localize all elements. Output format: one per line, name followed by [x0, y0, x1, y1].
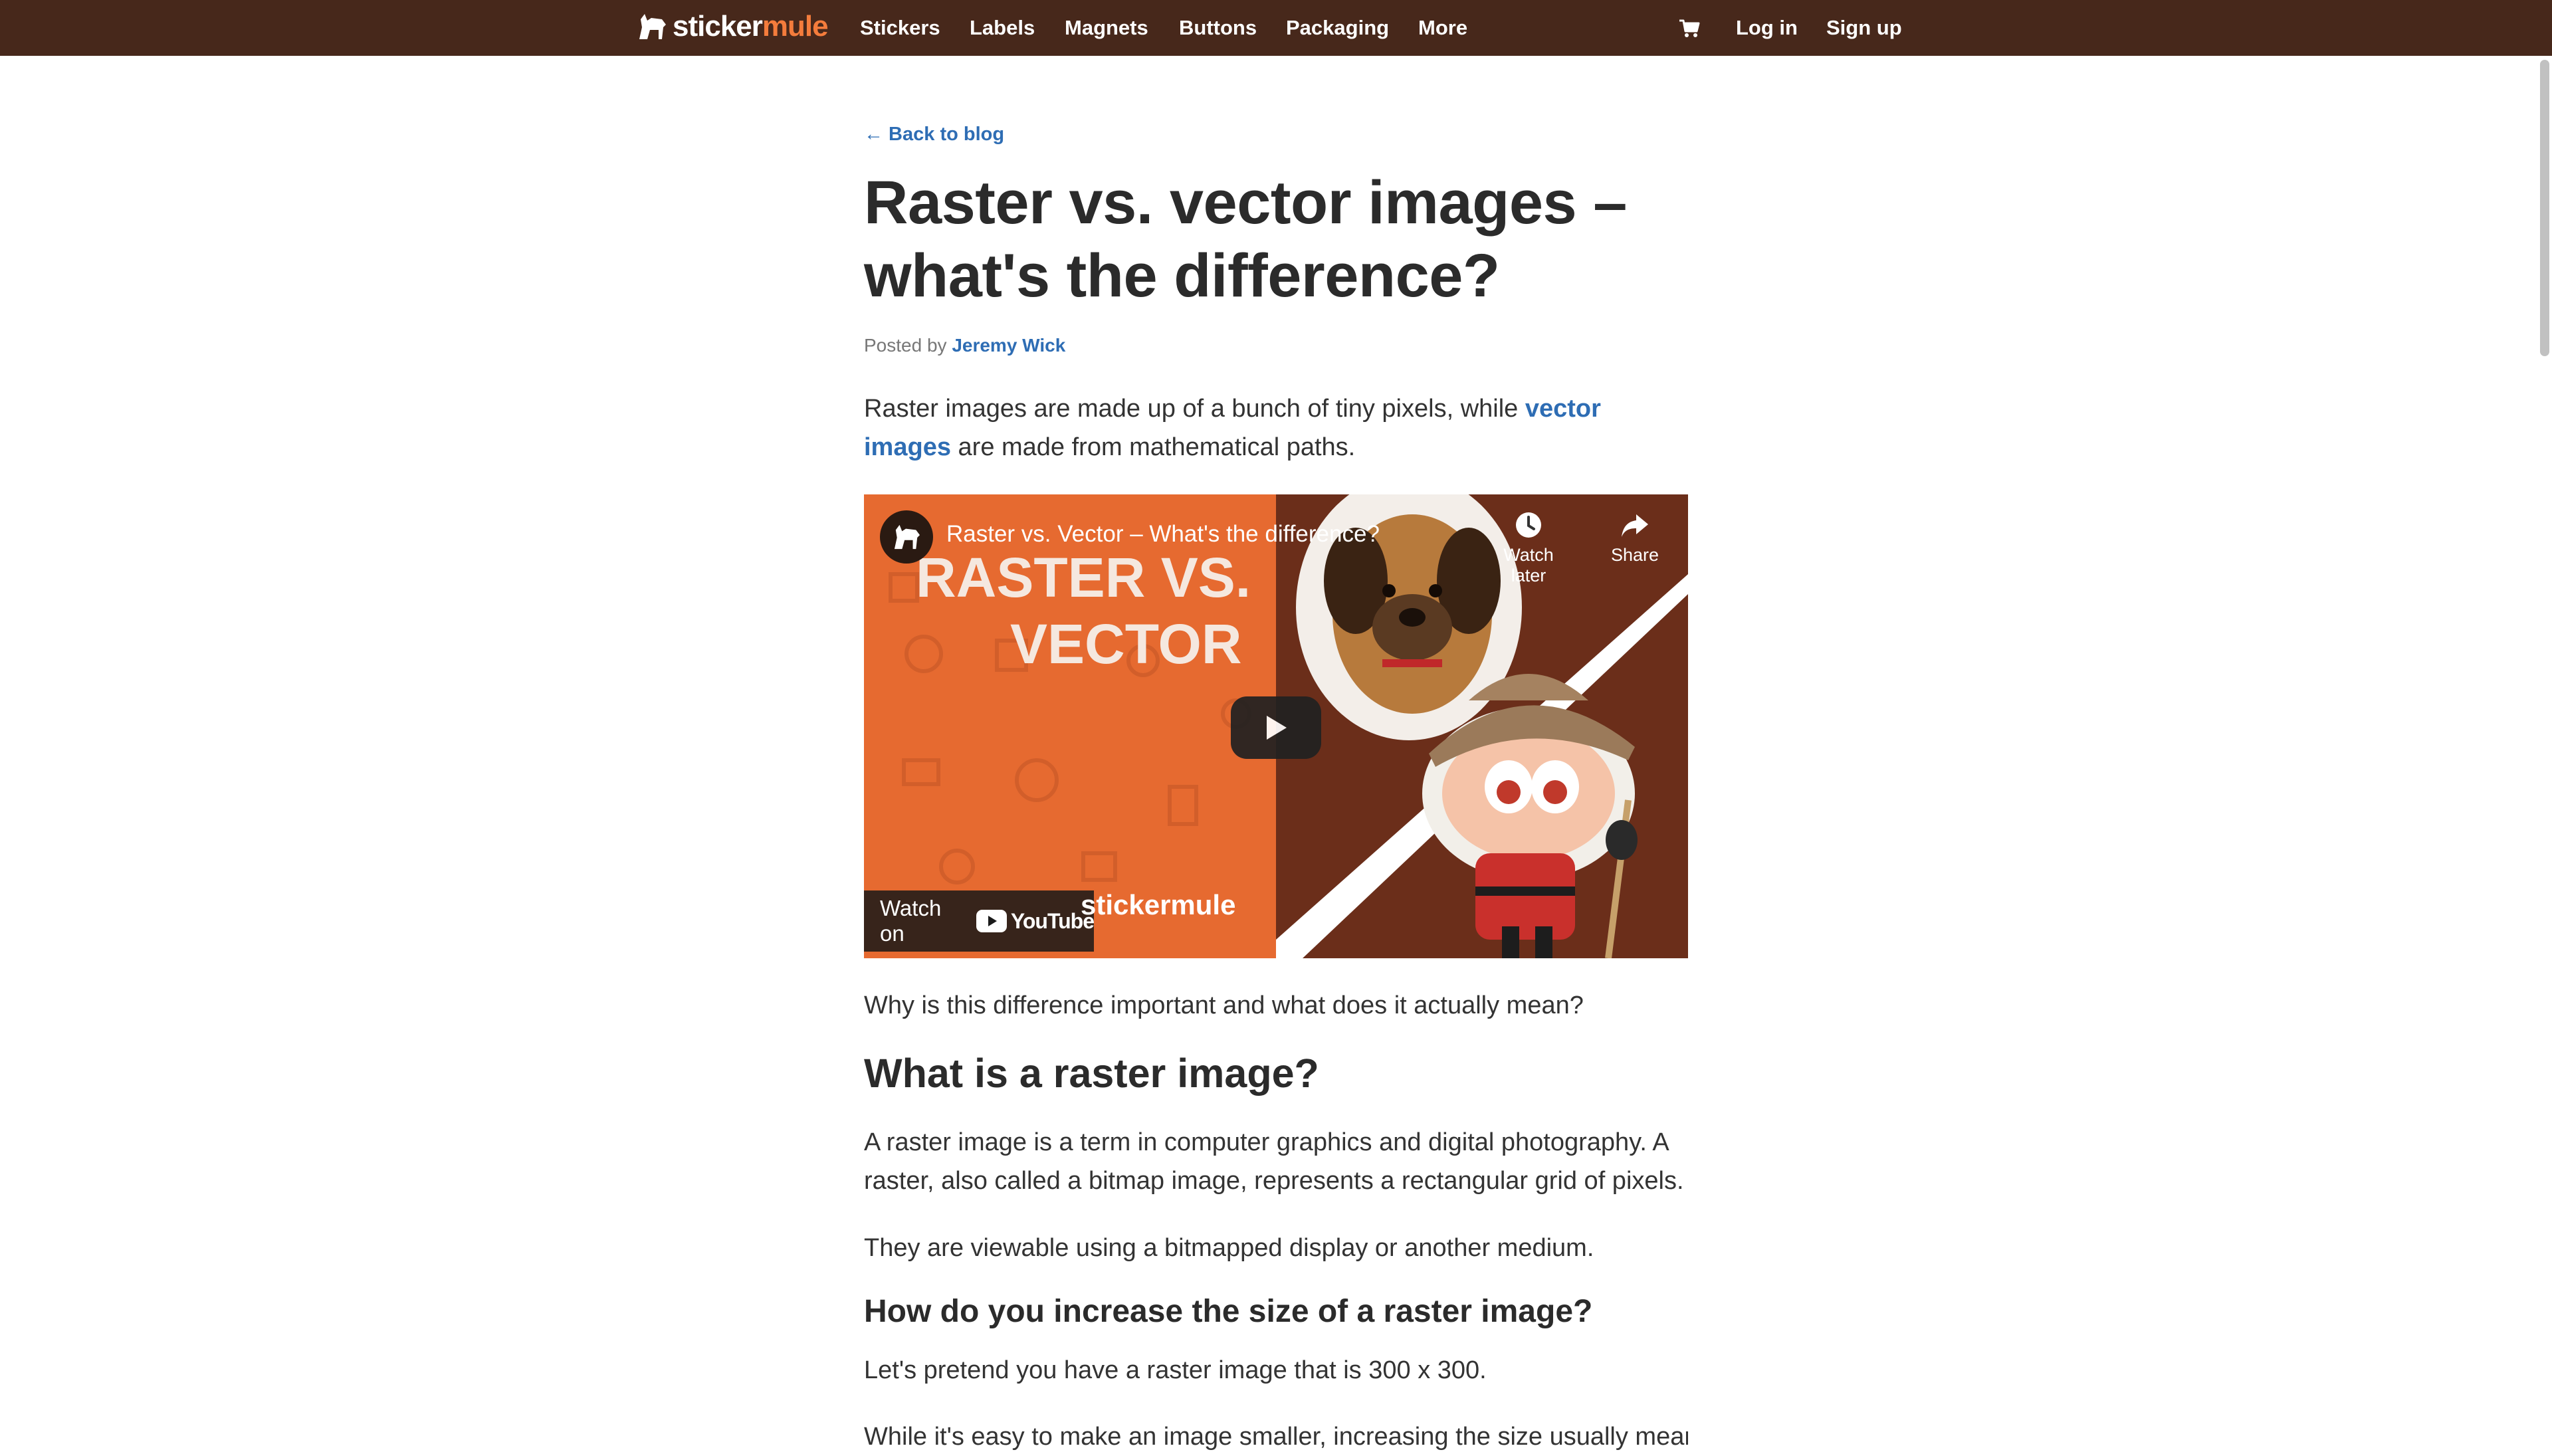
heading-what-is-raster: What is a raster image? [864, 1051, 1319, 1096]
nav-item-buttons[interactable]: Buttons [1179, 16, 1257, 40]
article-title: Raster vs. vector images – what's the di… [864, 169, 1627, 310]
youtube-video-embed[interactable]: RASTER VS. VECTOR Raster vs. Vector – Wh… [864, 494, 1688, 958]
pretend-paragraph: Let's pretend you have a raster image th… [864, 1356, 1487, 1384]
nav-item-stickers[interactable]: Stickers [860, 16, 940, 40]
intro-text-start: Raster images are made up of a bunch of … [864, 395, 1525, 423]
youtube-logo: YouTube [976, 909, 1095, 934]
mule-channel-icon [894, 524, 920, 550]
cutoff-paragraph: While it's easy to make an image smaller… [864, 1423, 1688, 1451]
play-icon [1267, 716, 1287, 740]
thumbnail-brand-text: stickermule [1081, 889, 1236, 920]
intro-paragraph: Raster images are made up of a bunch of … [864, 389, 1688, 467]
author-link[interactable]: Jeremy Wick [952, 335, 1065, 356]
youtube-play-icon [976, 910, 1007, 932]
video-title[interactable]: Raster vs. Vector – What's the differenc… [946, 521, 1380, 548]
heading-increase-size: How do you increase the size of a raster… [864, 1294, 1593, 1329]
nav-item-magnets[interactable]: Magnets [1065, 16, 1148, 40]
intro-text-end: are made from mathematical paths. [950, 433, 1356, 461]
viewable-paragraph: They are viewable using a bitmapped disp… [864, 1234, 1594, 1262]
share-label: Share [1610, 545, 1659, 565]
logo-wordmark: stickermule [673, 10, 829, 43]
watch-on-label: Watch on [880, 896, 942, 946]
share-button[interactable]: Share [1595, 510, 1675, 566]
why-paragraph: Why is this difference important and wha… [864, 991, 1584, 1019]
watch-later-label: Watch later [1503, 545, 1554, 585]
top-navigation: stickermule Stickers Labels Magnets Butt… [0, 0, 2552, 56]
play-button[interactable] [1231, 696, 1321, 759]
article-byline: Posted by Jeremy Wick [864, 335, 1065, 356]
sticker-mule-logo[interactable]: stickermule [637, 9, 829, 44]
byline-prefix: Posted by [864, 335, 947, 356]
channel-avatar[interactable] [880, 510, 933, 564]
scrollbar-thumb[interactable] [2540, 60, 2549, 356]
mule-logo-icon [639, 14, 666, 39]
nav-item-labels[interactable]: Labels [970, 16, 1035, 40]
thumbnail-text-raster: RASTER VS. [916, 546, 1251, 609]
share-arrow-icon [1622, 514, 1648, 537]
watch-on-youtube-button[interactable]: Watch on YouTube [864, 890, 1095, 952]
clock-icon [1516, 512, 1541, 538]
signup-link[interactable]: Sign up [1826, 16, 1902, 40]
login-link[interactable]: Log in [1736, 16, 1798, 40]
nav-item-packaging[interactable]: Packaging [1286, 16, 1389, 40]
raster-definition-paragraph: A raster image is a term in computer gra… [864, 1128, 1684, 1195]
nav-item-more[interactable]: More [1418, 16, 1467, 40]
watch-later-button[interactable]: Watch later [1489, 510, 1568, 586]
cart-icon[interactable] [1679, 19, 1700, 39]
thumbnail-text-vector: VECTOR [1010, 613, 1242, 675]
back-to-blog-link[interactable]: ← Back to blog [864, 124, 1004, 146]
